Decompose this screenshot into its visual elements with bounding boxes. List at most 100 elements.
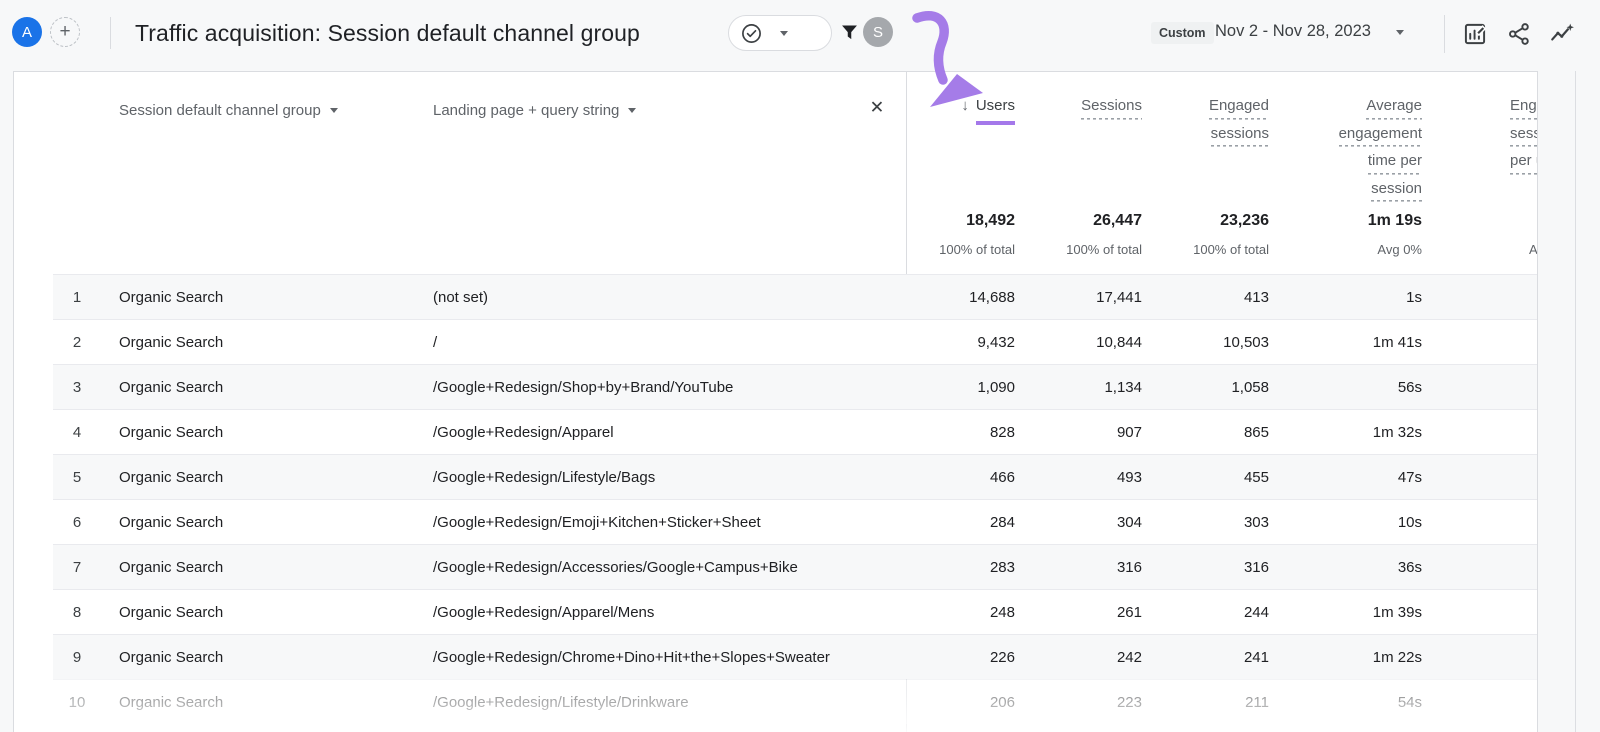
table-row[interactable]: 4Organic Search/Google+Redesign/Apparel8… bbox=[53, 409, 1538, 454]
metric-header-engaged-sessions[interactable]: Engagedsessions bbox=[1145, 94, 1269, 149]
metric-value-cell: 283 bbox=[881, 545, 1015, 590]
metric-value-cell: 828 bbox=[881, 410, 1015, 455]
metric-header-line: per user bbox=[1510, 149, 1538, 177]
table-row[interactable]: 7Organic Search/Google+Redesign/Accessor… bbox=[53, 544, 1538, 589]
dimension-header-landing-page[interactable]: Landing page + query string bbox=[433, 98, 636, 122]
chevron-down-icon bbox=[628, 108, 636, 113]
metric-value-cell: 47s bbox=[1278, 455, 1422, 500]
row-number: 5 bbox=[53, 455, 101, 500]
table-row[interactable]: 6Organic Search/Google+Redesign/Emoji+Ki… bbox=[53, 499, 1538, 544]
check-circle-icon bbox=[740, 22, 763, 45]
landing-page-cell: (not set) bbox=[433, 275, 488, 320]
metric-header-label: Engaged bbox=[1209, 94, 1269, 120]
share-icon[interactable] bbox=[1506, 21, 1532, 47]
table-row[interactable]: 1Organic Search(not set)14,68817,4414131… bbox=[53, 274, 1538, 319]
filter-icon[interactable] bbox=[839, 22, 860, 43]
data-quality-pill[interactable] bbox=[728, 15, 832, 51]
metric-value-cell: 316 bbox=[1018, 545, 1142, 590]
total-value: 1m 19s bbox=[1278, 212, 1422, 230]
metric-value-cell: 493 bbox=[1018, 455, 1142, 500]
metric-header-label: session bbox=[1371, 177, 1422, 203]
total-value: 26,447 bbox=[1018, 212, 1142, 230]
row-number: 2 bbox=[53, 320, 101, 365]
row-number: 7 bbox=[53, 545, 101, 590]
table-row[interactable]: 10Organic Search/Google+Redesign/Lifesty… bbox=[53, 679, 1538, 724]
metric-value-cell: 14,688 bbox=[881, 275, 1015, 320]
landing-page-cell: /Google+Redesign/Chrome+Dino+Hit+the+Slo… bbox=[433, 635, 830, 680]
metric-value-cell: 9,432 bbox=[881, 320, 1015, 365]
channel-group-cell: Organic Search bbox=[119, 590, 223, 635]
metric-header-line: Engaged bbox=[1510, 94, 1538, 122]
total-subtext: 100% of total bbox=[1145, 242, 1269, 257]
metric-value-cell: 455 bbox=[1145, 455, 1269, 500]
table-row[interactable]: 5 Organic Search/Google+Redesign/Lifestyl… bbox=[53, 454, 1538, 499]
metric-value-cell: 248 bbox=[881, 590, 1015, 635]
metric-value-cell: 1m 32s bbox=[1278, 410, 1422, 455]
metric-header-label: Engaged bbox=[1510, 94, 1538, 120]
total-subtext: 100% of total bbox=[1018, 242, 1142, 257]
metric-header-line: Sessions bbox=[1018, 94, 1142, 122]
top-bar: A + Traffic acquisition: Session default… bbox=[0, 0, 1600, 71]
total-subtext-clipped: Avg 0% bbox=[1529, 242, 1538, 257]
row-number: 6 bbox=[53, 500, 101, 545]
channel-group-cell: Organic Search bbox=[119, 680, 223, 725]
chevron-down-icon bbox=[330, 108, 338, 113]
metric-value-cell: 244 bbox=[1145, 590, 1269, 635]
table-row[interactable]: 8Organic Search/Google+Redesign/Apparel/… bbox=[53, 589, 1538, 634]
metric-header-line: Engaged bbox=[1145, 94, 1269, 122]
collaborator-avatar[interactable]: S bbox=[863, 17, 893, 47]
metric-value-cell: 303 bbox=[1145, 500, 1269, 545]
date-preset-badge: Custom bbox=[1151, 22, 1214, 44]
metric-value-cell: 226 bbox=[881, 635, 1015, 680]
metric-value-cell: 10,844 bbox=[1018, 320, 1142, 365]
table-body: 1Organic Search(not set)14,68817,4414131… bbox=[53, 274, 1538, 724]
total-value: 18,492 bbox=[881, 212, 1015, 230]
metric-header-label: sessions bbox=[1211, 122, 1269, 148]
header-divider bbox=[110, 17, 111, 49]
metric-value-cell: 211 bbox=[1145, 680, 1269, 725]
landing-page-cell: /Google+Redesign/Lifestyle/Bags bbox=[433, 455, 655, 500]
channel-group-cell: Organic Search bbox=[119, 410, 223, 455]
add-comparison-button[interactable]: + bbox=[50, 17, 80, 47]
channel-group-cell: Organic Search bbox=[119, 275, 223, 320]
insights-icon[interactable] bbox=[1549, 21, 1575, 47]
metric-value-cell: 316 bbox=[1145, 545, 1269, 590]
row-number: 1 bbox=[53, 275, 101, 320]
account-avatar[interactable]: A bbox=[12, 17, 42, 47]
header-divider bbox=[1444, 15, 1445, 53]
chevron-down-icon[interactable] bbox=[1396, 30, 1404, 35]
metric-value-cell: 10s bbox=[1278, 500, 1422, 545]
metric-header-users[interactable]: ↓Users bbox=[881, 94, 1015, 125]
metric-header-line: sessions bbox=[1145, 122, 1269, 150]
landing-page-cell: /Google+Redesign/Apparel/Mens bbox=[433, 590, 654, 635]
metric-value-cell: 1m 22s bbox=[1278, 635, 1422, 680]
total-subtext: Avg 0% bbox=[1278, 242, 1422, 257]
panel-edge-divider bbox=[1575, 71, 1576, 732]
customize-report-icon[interactable] bbox=[1462, 21, 1488, 47]
channel-group-cell: Organic Search bbox=[119, 455, 223, 500]
metric-header-label: Users bbox=[976, 94, 1015, 125]
row-number: 4 bbox=[53, 410, 101, 455]
metric-value-cell: 241 bbox=[1145, 635, 1269, 680]
dimension-header-channel-group[interactable]: Session default channel group bbox=[119, 98, 338, 122]
metric-header-engaged-sessions-per-user[interactable]: Engagedsessionsper user bbox=[1510, 94, 1538, 177]
metric-header-label: time per bbox=[1368, 149, 1422, 175]
metric-value-cell: 242 bbox=[1018, 635, 1142, 680]
channel-group-cell: Organic Search bbox=[119, 320, 223, 365]
metric-value-cell: 10,503 bbox=[1145, 320, 1269, 365]
dimension-header-label: Landing page + query string bbox=[433, 102, 619, 119]
metric-value-cell: 1m 41s bbox=[1278, 320, 1422, 365]
table-row[interactable]: 2Organic Search/9,43210,84410,5031m 41s bbox=[53, 319, 1538, 364]
metric-header-avg-engagement-time[interactable]: Averageengagementtime persession bbox=[1278, 94, 1422, 204]
date-range-selector[interactable]: Nov 2 - Nov 28, 2023 bbox=[1215, 22, 1371, 41]
table-row[interactable]: 9Organic Search/Google+Redesign/Chrome+D… bbox=[53, 634, 1538, 679]
metric-header-line: engagement bbox=[1278, 122, 1422, 150]
page-title: Traffic acquisition: Session default cha… bbox=[135, 20, 640, 47]
row-number: 9 bbox=[53, 635, 101, 680]
table-row[interactable]: 3Organic Search/Google+Redesign/Shop+by+… bbox=[53, 364, 1538, 409]
metric-header-sessions[interactable]: Sessions bbox=[1018, 94, 1142, 122]
metric-header-label: Average bbox=[1366, 94, 1422, 120]
row-number: 3 bbox=[53, 365, 101, 410]
metric-value-cell: 36s bbox=[1278, 545, 1422, 590]
metric-value-cell: 1s bbox=[1278, 275, 1422, 320]
